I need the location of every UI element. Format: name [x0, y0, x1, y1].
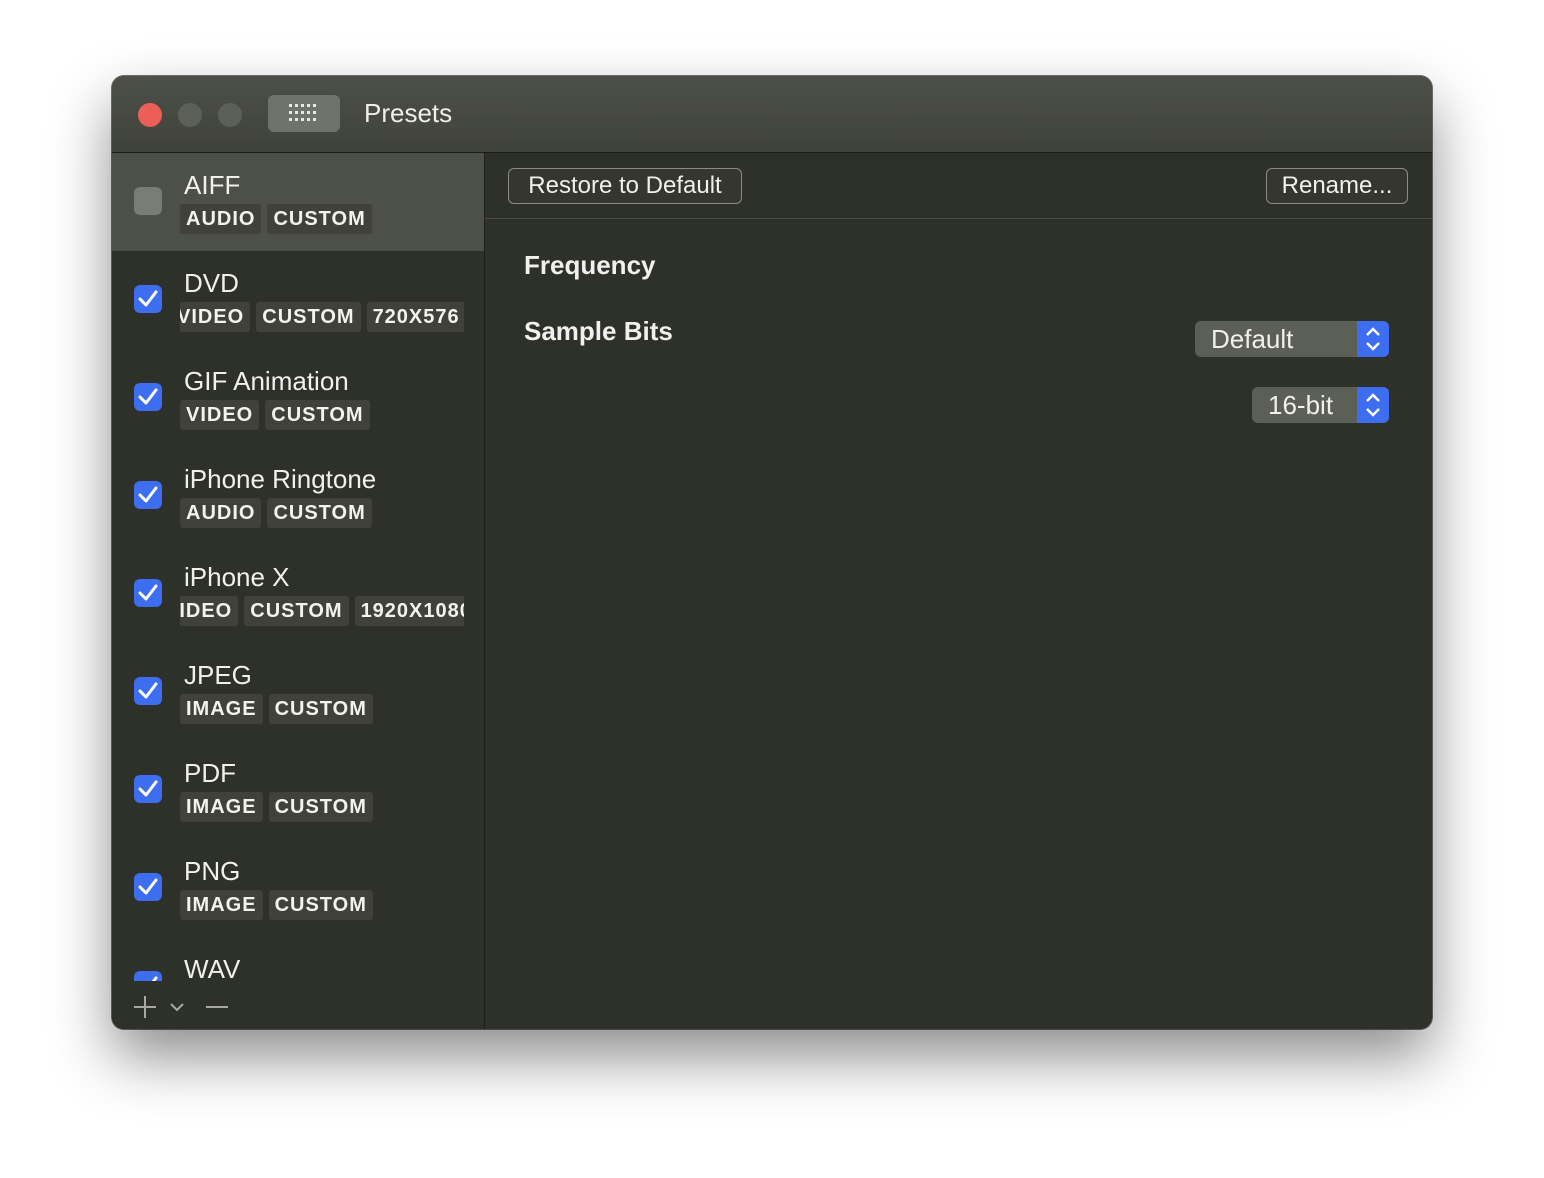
checkmark-icon	[138, 290, 158, 307]
chevron-down-icon[interactable]	[169, 1001, 185, 1013]
window-title: Presets	[364, 98, 453, 128]
plus-icon[interactable]	[133, 995, 157, 1019]
preset-tags: IMAGE CUSTOM	[180, 792, 464, 824]
preset-tag: CUSTOM	[267, 498, 372, 528]
preset-tags: VIDEO CUSTOM	[180, 400, 464, 432]
checkmark-icon	[138, 682, 158, 699]
preset-name: AIFF	[184, 170, 241, 200]
preset-tags: VIDEO CUSTOM 720X576	[180, 302, 464, 334]
sample-bits-select[interactable]: 16-bit	[1252, 387, 1389, 423]
preset-name: PNG	[184, 856, 241, 886]
preset-tags: IMAGE CUSTOM	[180, 890, 464, 922]
preset-tag: CUSTOM	[267, 204, 372, 234]
checkmark-icon	[138, 584, 158, 601]
preset-tag: CUSTOM	[268, 792, 373, 822]
preset-list: AIFF AUDIO CUSTOM DVD VIDEO CUSTOM 720X576 GIF …	[112, 153, 484, 981]
checkmark-icon	[138, 878, 158, 895]
frequency-value: Default	[1211, 324, 1294, 354]
preset-tag: VIDEO	[180, 400, 260, 430]
preset-tag: IMAGE	[180, 890, 263, 920]
preset-name: iPhone X	[184, 562, 290, 592]
preset-row[interactable]: iPhone Ringtone AUDIO CUSTOM	[112, 447, 484, 545]
preset-tag: CUSTOM	[265, 400, 370, 430]
preset-enabled-checkbox[interactable]	[134, 971, 162, 981]
rename-button[interactable]: Rename...	[1266, 168, 1408, 204]
preset-tag: CUSTOM	[256, 302, 361, 332]
preset-enabled-checkbox[interactable]	[134, 285, 162, 313]
preset-tag: IMAGE	[180, 792, 263, 822]
preset-name: WAV	[184, 954, 241, 981]
close-button[interactable]	[138, 103, 162, 127]
preset-row[interactable]: GIF Animation VIDEO CUSTOM	[112, 349, 484, 447]
preset-tag: VIDEO	[180, 596, 239, 626]
preset-name: iPhone Ringtone	[184, 464, 377, 494]
detail-toolbar: Restore to Default Rename...	[485, 153, 1432, 219]
preset-tag: 1920X1080	[354, 596, 464, 626]
preset-enabled-checkbox[interactable]	[134, 775, 162, 803]
preset-row[interactable]: JPEG IMAGE CUSTOM	[112, 643, 484, 741]
preset-enabled-checkbox[interactable]	[134, 187, 162, 215]
frequency-select[interactable]: Default	[1195, 321, 1389, 357]
preset-row[interactable]: PDF IMAGE CUSTOM	[112, 741, 484, 839]
preset-detail: Restore to Default Rename... Frequency D…	[485, 153, 1432, 1029]
sidebar-footer	[112, 981, 484, 1029]
grid-icon	[289, 104, 316, 121]
checkmark-icon	[138, 486, 158, 503]
stepper-arrows-icon	[1357, 321, 1389, 357]
preset-enabled-checkbox[interactable]	[134, 579, 162, 607]
preset-row[interactable]: PNG IMAGE CUSTOM	[112, 839, 484, 937]
preset-row[interactable]: DVD VIDEO CUSTOM 720X576	[112, 251, 484, 349]
preset-row[interactable]: WAV	[112, 937, 484, 981]
checkmark-icon	[138, 388, 158, 405]
preset-row[interactable]: AIFF AUDIO CUSTOM	[112, 153, 484, 251]
preset-tag: VIDEO	[180, 302, 251, 332]
preset-row[interactable]: iPhone X VIDEOCUSTOM1920X1080	[112, 545, 484, 643]
preset-tags: AUDIO CUSTOM	[180, 498, 464, 530]
preset-tag: CUSTOM	[244, 596, 349, 626]
frequency-label: Frequency	[524, 250, 656, 280]
zoom-button[interactable]	[218, 103, 242, 127]
presets-window: Presets AIFF AUDIO CUSTOM DVD VIDEO CUSTOM 720…	[112, 76, 1432, 1029]
restore-default-button[interactable]: Restore to Default	[508, 168, 742, 204]
preset-tag: CUSTOM	[268, 890, 373, 920]
title-bar: Presets	[112, 76, 1432, 153]
grid-view-button[interactable]	[268, 95, 340, 132]
preset-tag: AUDIO	[180, 204, 262, 234]
preset-enabled-checkbox[interactable]	[134, 873, 162, 901]
preset-name: DVD	[184, 268, 239, 298]
preset-tag: AUDIO	[180, 498, 262, 528]
preset-tags: AUDIO CUSTOM	[180, 204, 464, 236]
preset-name: PDF	[184, 758, 236, 788]
preset-enabled-checkbox[interactable]	[134, 383, 162, 411]
preset-enabled-checkbox[interactable]	[134, 677, 162, 705]
minus-icon[interactable]	[205, 995, 229, 1019]
preset-sidebar: AIFF AUDIO CUSTOM DVD VIDEO CUSTOM 720X576 GIF …	[112, 153, 485, 1029]
checkmark-icon	[138, 780, 158, 797]
minimize-button[interactable]	[178, 103, 202, 127]
stepper-arrows-icon	[1357, 387, 1389, 423]
preset-name: JPEG	[184, 660, 252, 690]
preset-enabled-checkbox[interactable]	[134, 481, 162, 509]
preset-name: GIF Animation	[184, 366, 349, 396]
preset-tags: VIDEOCUSTOM1920X1080	[180, 596, 464, 628]
preset-tag: CUSTOM	[268, 694, 373, 724]
preset-tag: IMAGE	[180, 694, 263, 724]
sample-bits-value: 16-bit	[1268, 390, 1334, 420]
preset-tags: IMAGE CUSTOM	[180, 694, 464, 726]
preset-tag: 720X576	[366, 302, 464, 332]
sample-bits-label: Sample Bits	[524, 316, 673, 346]
